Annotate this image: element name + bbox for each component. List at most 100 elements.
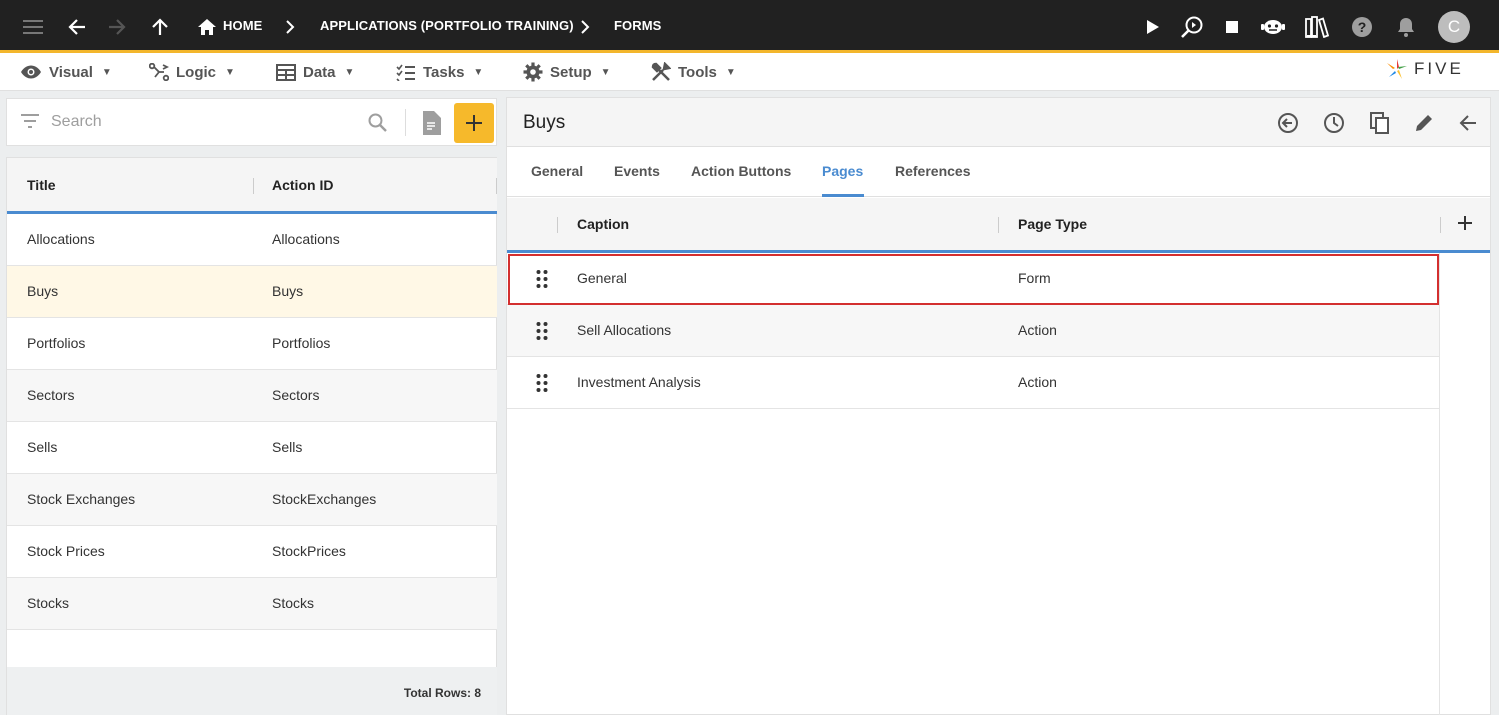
cell-title: Sells: [27, 439, 58, 455]
menu-tasks-label: Tasks: [423, 63, 465, 81]
cell-action-id: Stocks: [272, 595, 315, 611]
logic-icon: [149, 63, 169, 81]
user-avatar[interactable]: C: [1438, 11, 1470, 43]
back-arrow-icon[interactable]: [61, 11, 93, 43]
detail-header: Buys: [507, 98, 1490, 147]
menu-tasks[interactable]: Tasks ▼: [396, 61, 483, 83]
five-logo-mark-icon: [1387, 59, 1407, 79]
help-icon[interactable]: ?: [1346, 11, 1378, 43]
pages-table-row[interactable]: Investment Analysis Action: [507, 357, 1439, 409]
search-divider: [405, 109, 406, 136]
tab-references[interactable]: References: [895, 163, 971, 179]
plus-icon: [466, 115, 482, 131]
menu-tools[interactable]: Tools ▼: [651, 61, 736, 83]
add-page-icon[interactable]: [1453, 211, 1477, 235]
table-row[interactable]: Portfolios Portfolios: [7, 318, 497, 370]
table-row-selected[interactable]: Buys Buys: [7, 266, 497, 318]
column-divider[interactable]: [998, 217, 999, 233]
tab-general[interactable]: General: [531, 163, 583, 179]
gear-icon: [523, 62, 543, 82]
menu-data-label: Data: [303, 63, 336, 81]
play-icon[interactable]: [1137, 11, 1169, 43]
up-arrow-icon[interactable]: [144, 11, 176, 43]
checklist-icon: [396, 64, 415, 81]
stop-icon[interactable]: [1216, 11, 1248, 43]
detail-title: Buys: [523, 112, 566, 133]
cell-caption: Sell Allocations: [577, 322, 672, 338]
menu-visual[interactable]: Visual ▼: [20, 61, 112, 83]
tab-pages[interactable]: Pages: [822, 163, 863, 179]
table-row[interactable]: Stock Prices StockPrices: [7, 526, 497, 578]
column-header-page-type[interactable]: Page Type: [1018, 216, 1087, 232]
cell-title: Stocks: [27, 595, 70, 611]
clock-icon[interactable]: [1321, 110, 1347, 136]
top-bar: HOME APPLICATIONS (PORTFOLIO TRAINING) F…: [0, 0, 1499, 53]
cell-title: Sectors: [27, 387, 75, 403]
cell-page-type: Action: [1018, 322, 1057, 338]
library-books-icon[interactable]: [1301, 11, 1333, 43]
active-tab-indicator: [822, 194, 864, 197]
forms-list-table: Title Action ID Allocations Allocations …: [6, 157, 497, 715]
cell-action-id: Portfolios: [272, 335, 331, 351]
breadcrumb-home[interactable]: HOME: [223, 18, 262, 33]
history-back-icon[interactable]: [1275, 110, 1301, 136]
drag-handle-icon[interactable]: [535, 269, 549, 289]
search-input[interactable]: Search: [51, 113, 102, 131]
column-divider[interactable]: [496, 178, 497, 194]
menu-visual-label: Visual: [49, 63, 93, 81]
caret-down-icon: ▼: [101, 66, 112, 78]
menu-setup[interactable]: Setup ▼: [523, 61, 611, 83]
breadcrumb-forms[interactable]: FORMS: [614, 18, 661, 33]
detail-tabs: General Events Action Buttons Pages Refe…: [507, 148, 1490, 197]
edit-pencil-icon[interactable]: [1411, 110, 1437, 136]
chevron-right-icon: [569, 11, 601, 43]
drag-handle-icon[interactable]: [535, 321, 549, 341]
forward-arrow-icon[interactable]: [101, 11, 133, 43]
cell-action-id: Buys: [272, 283, 304, 299]
menu-logic[interactable]: Logic ▼: [149, 61, 235, 83]
document-icon[interactable]: [421, 111, 441, 138]
cell-action-id: Sectors: [272, 387, 320, 403]
column-header-action-id[interactable]: Action ID: [272, 177, 333, 193]
table-footer: Total Rows: 8: [7, 667, 497, 715]
table-row[interactable]: Sells Sells: [7, 422, 497, 474]
search-icon[interactable]: [368, 113, 387, 135]
column-divider[interactable]: [1440, 217, 1441, 233]
pages-table-row[interactable]: Sell Allocations Action: [507, 305, 1439, 357]
tab-events[interactable]: Events: [614, 163, 660, 179]
add-button[interactable]: [454, 103, 494, 143]
pages-table-row[interactable]: General Form: [507, 253, 1439, 305]
home-icon[interactable]: [191, 11, 223, 43]
debug-search-icon[interactable]: [1176, 11, 1208, 43]
cell-title: Buys: [27, 283, 59, 299]
menu-data[interactable]: Data ▼: [276, 61, 354, 83]
chevron-right-icon: [274, 11, 306, 43]
total-rows-count: Total Rows: 8: [403, 686, 481, 700]
close-back-arrow-icon[interactable]: [1455, 110, 1481, 136]
form-detail-panel: Buys General Events Action Buttons Pages…: [506, 97, 1491, 715]
caret-down-icon: ▼: [473, 66, 484, 78]
hamburger-menu-icon[interactable]: [17, 11, 49, 43]
menu-setup-label: Setup: [550, 63, 592, 81]
column-header-caption[interactable]: Caption: [577, 216, 629, 232]
column-header-title[interactable]: Title: [27, 177, 56, 193]
column-divider[interactable]: [557, 217, 558, 233]
cell-title: Stock Prices: [27, 543, 105, 559]
cell-action-id: Sells: [272, 439, 303, 455]
column-divider[interactable]: [253, 178, 254, 194]
breadcrumb-applications[interactable]: APPLICATIONS (PORTFOLIO TRAINING): [320, 18, 574, 33]
tools-icon: [651, 62, 671, 81]
table-row[interactable]: Sectors Sectors: [7, 370, 497, 422]
notifications-bell-icon[interactable]: [1390, 11, 1422, 43]
copy-icon[interactable]: [1367, 110, 1393, 136]
five-logo: FIVE: [1386, 58, 1464, 80]
table-row[interactable]: Stock Exchanges StockExchanges: [7, 474, 497, 526]
cell-action-id: StockPrices: [272, 543, 346, 559]
tab-action-buttons[interactable]: Action Buttons: [691, 163, 791, 179]
table-row[interactable]: Stocks Stocks: [7, 578, 497, 630]
filter-icon[interactable]: [21, 114, 39, 131]
chat-bot-icon[interactable]: [1257, 11, 1289, 43]
pages-table-header: Caption Page Type: [507, 198, 1490, 253]
drag-handle-icon[interactable]: [535, 373, 549, 393]
table-row[interactable]: Allocations Allocations: [7, 214, 497, 266]
